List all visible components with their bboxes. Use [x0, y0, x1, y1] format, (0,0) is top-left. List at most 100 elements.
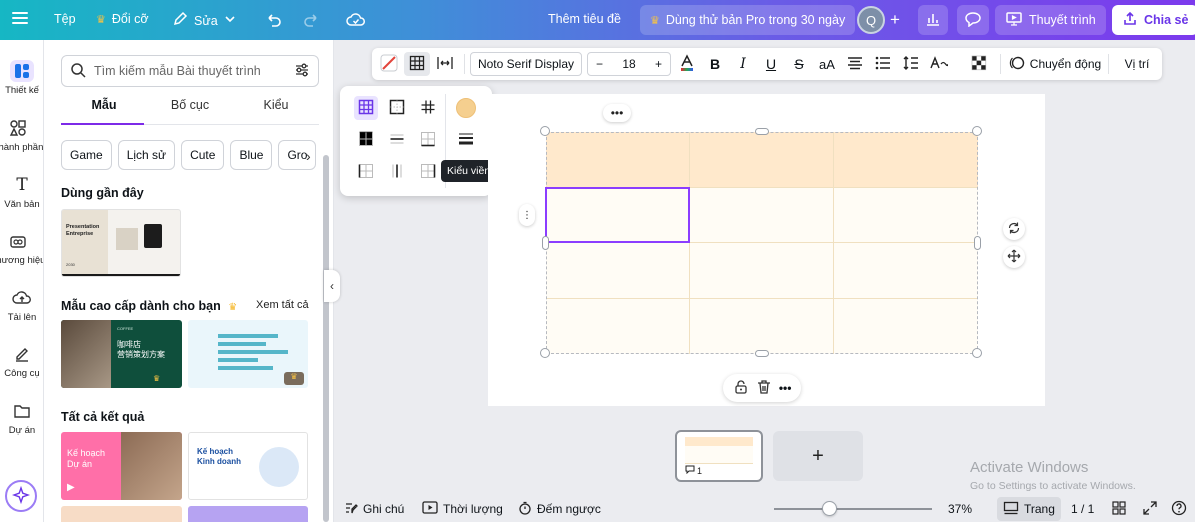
file-menu[interactable]: Tệp [54, 12, 76, 26]
help-button[interactable] [1171, 496, 1187, 522]
border-outer-button[interactable] [385, 96, 409, 120]
border-all-button[interactable] [354, 96, 378, 120]
invite-button[interactable]: + [890, 10, 900, 30]
chip-history[interactable]: Lịch sử [117, 140, 176, 170]
undo-button[interactable] [265, 11, 283, 32]
chevron-right-icon[interactable]: › [306, 148, 311, 164]
border-color-button[interactable] [454, 96, 478, 120]
premium-template-coffee[interactable]: COFFEE 咖啡店 营销策划方案 ♛ [61, 320, 182, 388]
resize-handle-se[interactable] [972, 348, 982, 358]
rail-item-text[interactable]: T Văn bản [0, 174, 43, 210]
present-button[interactable]: Thuyết trình [995, 5, 1106, 35]
tab-layouts[interactable]: Bố cục [147, 98, 233, 124]
cell-color-button[interactable] [376, 48, 402, 80]
border-vertical-button[interactable] [385, 160, 409, 184]
zoom-slider-track[interactable] [774, 508, 932, 510]
selected-cell[interactable] [545, 187, 690, 243]
grid-view-button[interactable] [1112, 496, 1126, 522]
template-search[interactable] [61, 55, 319, 87]
lock-button[interactable] [733, 379, 749, 398]
animate-button[interactable]: Chuyển động [1008, 48, 1102, 80]
cloud-save-status[interactable] [346, 11, 366, 32]
align-button[interactable] [842, 48, 868, 80]
add-page-button[interactable]: + [773, 431, 863, 481]
timer-button[interactable]: Đếm ngược [518, 496, 601, 522]
more-options-button[interactable]: ••• [779, 381, 792, 395]
decrease-font-button[interactable]: − [596, 57, 603, 71]
page-view-button[interactable]: Trang [997, 497, 1061, 521]
rotate-button[interactable] [1003, 218, 1025, 240]
effects-button[interactable] [926, 48, 952, 80]
border-right-button[interactable] [416, 160, 440, 184]
resize-handle-nw[interactable] [540, 126, 550, 136]
increase-font-button[interactable]: + [655, 57, 662, 71]
tab-templates[interactable]: Mẫu [61, 98, 147, 124]
tab-styles[interactable]: Kiểu [233, 98, 319, 124]
filter-icon[interactable] [294, 62, 310, 81]
resize-button[interactable]: ♛ Đổi cỡ [96, 12, 149, 26]
share-button[interactable]: Chia sẻ [1112, 5, 1195, 35]
see-all-link[interactable]: Xem tất cả [256, 299, 309, 311]
resize-handle-n[interactable] [755, 128, 769, 135]
magic-button[interactable] [5, 480, 37, 512]
text-color-button[interactable] [674, 48, 700, 80]
border-weight-button[interactable] [454, 128, 478, 152]
resize-handle-s[interactable] [755, 350, 769, 357]
doc-title[interactable]: Thêm tiêu đề [548, 12, 621, 26]
list-button[interactable] [870, 48, 896, 80]
result-template-3[interactable] [61, 506, 182, 522]
recent-template-thumb[interactable]: Presentation Entreprise 2030 [61, 209, 181, 277]
duration-button[interactable]: Thời lượng [422, 496, 503, 522]
result-template-project[interactable]: Kế hoạch Dự án ▶ [61, 432, 182, 500]
page-count[interactable]: 1 / 1 [1071, 496, 1094, 522]
italic-button[interactable]: I [730, 48, 756, 80]
edit-menu[interactable]: Sửa [172, 11, 236, 30]
chip-cute[interactable]: Cute [181, 140, 225, 170]
element-more-button[interactable]: ••• [603, 104, 631, 122]
transparency-button[interactable] [966, 48, 992, 80]
panel-scrollbar[interactable] [323, 155, 329, 522]
move-button[interactable] [1003, 246, 1025, 268]
rail-item-tools[interactable]: Công cụ [0, 343, 43, 379]
strikethrough-button[interactable]: S [786, 48, 812, 80]
fullscreen-button[interactable] [1143, 496, 1157, 522]
delete-button[interactable] [756, 379, 772, 398]
zoom-slider-knob[interactable] [822, 501, 837, 516]
cell-spacing-button[interactable] [432, 48, 458, 80]
zoom-level[interactable]: 37% [948, 496, 972, 522]
search-input[interactable] [94, 64, 286, 78]
border-top-button[interactable] [354, 128, 378, 152]
rail-item-design[interactable]: Thiết kế [0, 60, 43, 96]
resize-handle-w[interactable] [542, 236, 549, 250]
chip-game[interactable]: Game [61, 140, 112, 170]
menu-button[interactable] [10, 8, 30, 28]
notes-button[interactable]: Ghi chú [344, 496, 404, 522]
border-horizontal-button[interactable] [385, 128, 409, 152]
font-size-value[interactable]: 18 [622, 57, 635, 71]
insights-button[interactable] [918, 5, 948, 35]
border-left-button[interactable] [354, 160, 378, 184]
result-template-4[interactable] [188, 506, 308, 522]
position-button[interactable]: Vị trí [1116, 48, 1158, 80]
rail-item-brand[interactable]: Thương hiệu [0, 230, 43, 266]
font-family-select[interactable]: Noto Serif Display [470, 52, 582, 76]
resize-handle-sw[interactable] [540, 348, 550, 358]
premium-template-chart[interactable]: ♛ [188, 320, 308, 388]
user-avatar[interactable]: Q [857, 6, 885, 34]
border-bottom-button[interactable] [416, 128, 440, 152]
redo-button[interactable] [302, 11, 320, 32]
rail-item-elements[interactable]: Thành phần [0, 117, 43, 153]
comments-button[interactable] [957, 5, 989, 35]
text-case-button[interactable]: aA [814, 48, 840, 80]
border-style-button[interactable] [404, 52, 430, 76]
spacing-button[interactable] [898, 48, 924, 80]
underline-button[interactable]: U [758, 48, 784, 80]
rail-item-projects[interactable]: Dự án [0, 400, 43, 436]
resize-handle-ne[interactable] [972, 126, 982, 136]
pro-trial-button[interactable]: ♛ Dùng thử bản Pro trong 30 ngày [640, 5, 856, 35]
row-options-button[interactable]: ⋮ [519, 204, 535, 226]
rail-item-uploads[interactable]: Tải lên [0, 287, 43, 323]
border-inner-button[interactable] [416, 96, 440, 120]
chip-blue[interactable]: Blue [230, 140, 273, 170]
resize-handle-e[interactable] [974, 236, 981, 250]
